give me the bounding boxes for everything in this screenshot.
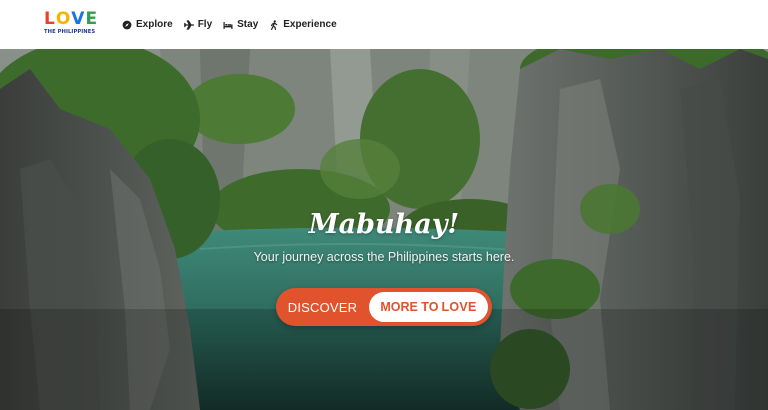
nav-item-fly[interactable]: Fly [183,19,213,30]
nav-label-experience: Experience [283,19,337,30]
compass-icon [122,20,132,29]
logo-letter-v: V [71,9,85,29]
hero-banner: Mabuhay! Your journey across the Philipp… [0,49,768,410]
logo-wordmark: L O V E [44,11,100,28]
logo-letter-l: L [44,9,55,29]
walking-person-icon [271,19,278,30]
hero-subtitle: Your journey across the Philippines star… [253,250,515,264]
site-header: L O V E THE PHILIPPINES Explore Fly Stay… [0,0,768,49]
logo-letter-e: E [85,9,98,29]
nav-label-stay: Stay [237,19,259,30]
hero-tagline: Mabuhay! [308,209,460,240]
nav-item-experience[interactable]: Experience [269,19,337,30]
airplane-icon [183,19,194,30]
nav-label-explore: Explore [136,19,173,30]
cta-love-label: LOVE [441,300,477,314]
cta-more-to-label: MORE TO [380,300,439,314]
more-to-love-button[interactable]: MORE TO LOVE [369,292,488,322]
main-nav: Explore Fly Stay Experience [122,0,337,49]
logo-subtitle: THE PHILIPPINES [44,29,96,35]
cta-discover-label: DISCOVER [287,299,358,315]
nav-item-explore[interactable]: Explore [122,19,173,30]
discover-cta-button[interactable]: DISCOVER MORE TO LOVE [276,288,492,326]
brand-logo[interactable]: L O V E THE PHILIPPINES [44,11,100,37]
nav-label-fly: Fly [197,19,213,30]
logo-letter-o: O [55,9,71,29]
bed-icon [223,21,233,29]
nav-item-stay[interactable]: Stay [223,19,258,30]
